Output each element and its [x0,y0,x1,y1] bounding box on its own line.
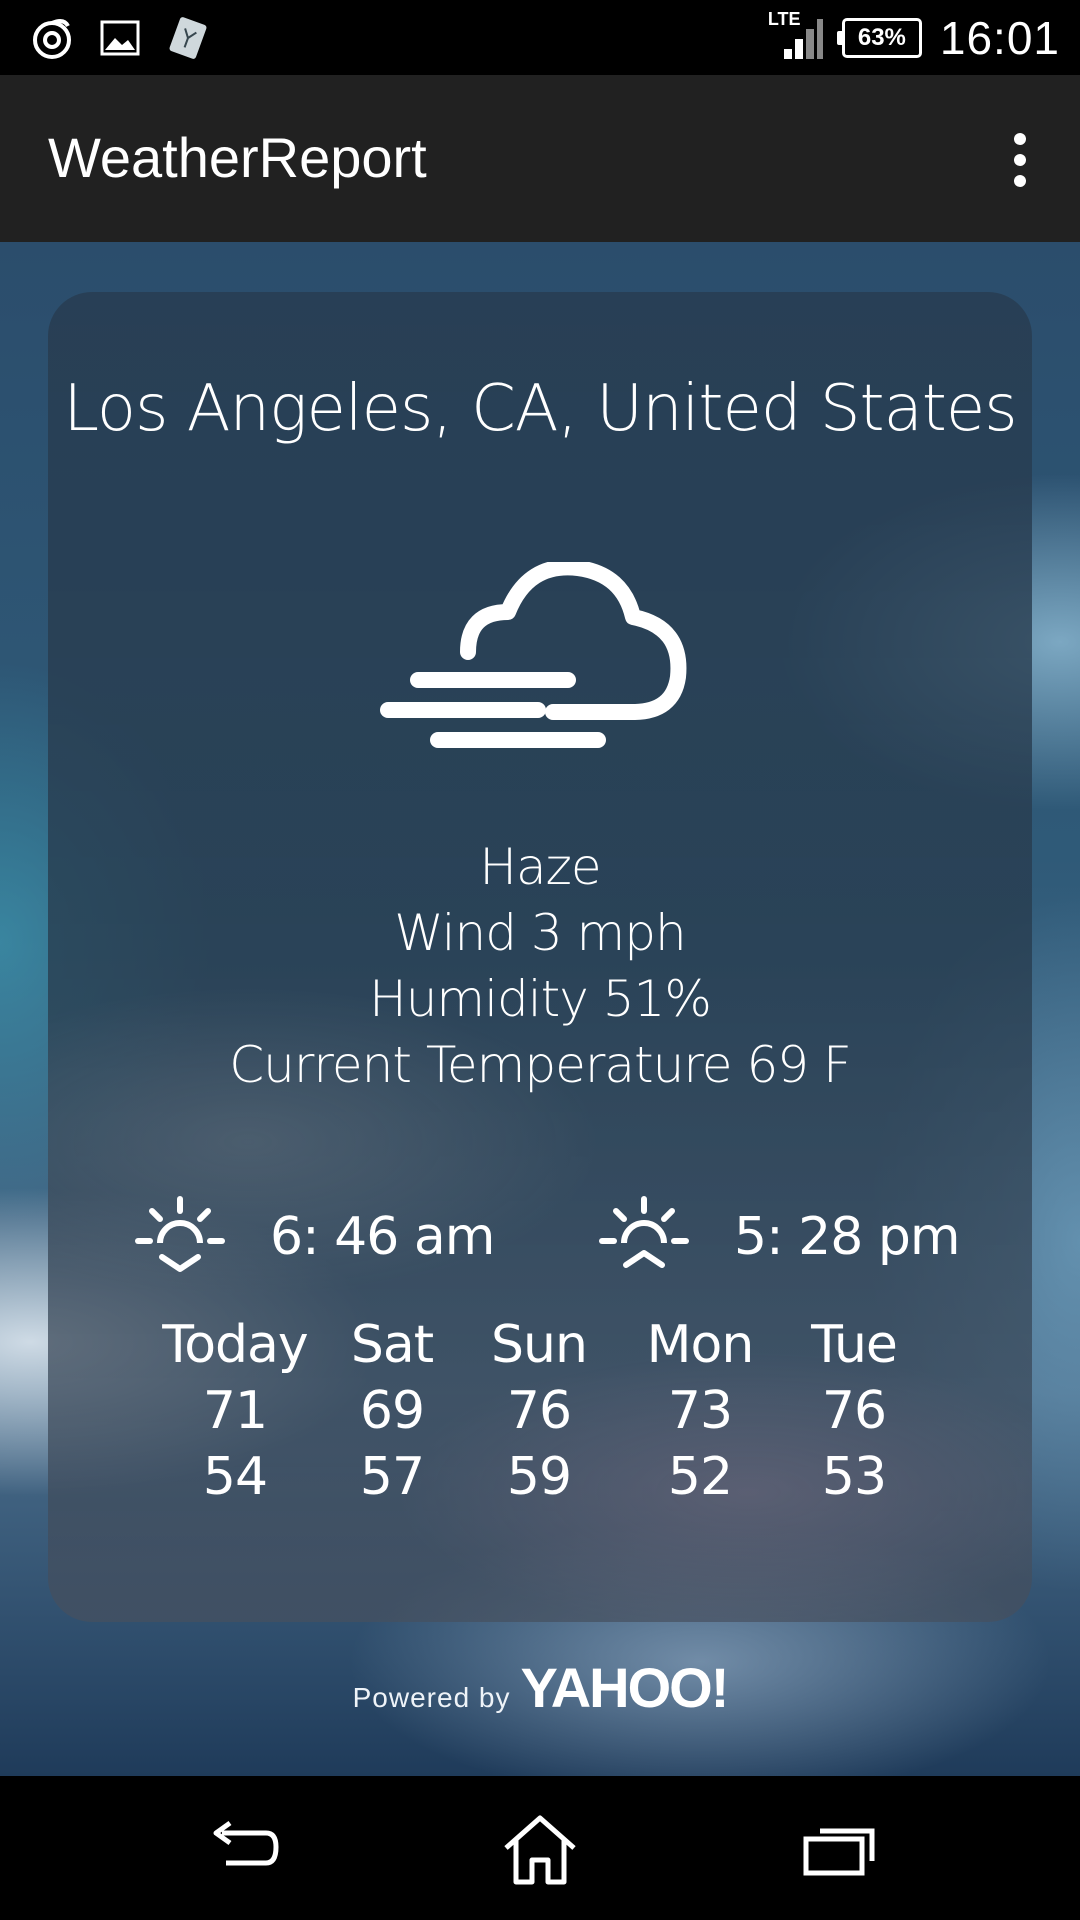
sunrise-icon [134,1195,226,1279]
menu-dot [1014,154,1026,166]
forecast-day-label: Tue [811,1315,898,1375]
sunset-time: 5: 28 pm [734,1207,960,1267]
sim-card-icon [166,16,210,60]
forecast-day: Today 71 54 [155,1312,315,1510]
menu-dot [1014,133,1026,145]
forecast-high: 76 [821,1381,887,1441]
forecast-high: 71 [202,1381,268,1441]
weather-card: Los Angeles, CA, United States Haze Wind… [48,292,1032,1622]
forecast-day: Sun 76 59 [459,1312,619,1510]
haze-cloud-icon [378,559,698,762]
wind-text: Wind 3 mph [394,904,686,962]
sunrise: 6: 46 am [134,1192,495,1282]
forecast-day: Sat 69 57 [312,1312,472,1510]
forecast-day-label: Mon [646,1315,755,1375]
current-temperature-text: Current Temperature 69 F [229,1036,851,1094]
notification-swirl-icon [30,16,74,60]
powered-by-label: Powered by [352,1682,511,1713]
condition-text: Haze [479,838,601,896]
powered-by-yahoo[interactable]: Powered by YAHOO! [0,1655,1080,1720]
home-icon [500,1812,580,1890]
sunset-icon [598,1195,690,1279]
clock: 16:01 [939,11,1060,64]
back-icon [202,1819,282,1883]
forecast-day-label: Sat [350,1315,434,1375]
weather-details: Haze Wind 3 mph Humidity 51% Current Tem… [48,834,1032,1098]
back-button[interactable] [192,1806,292,1896]
forecast-day-label: Sun [491,1315,588,1375]
screen: LTE 63% 16:01 WeatherReport Los Angeles,… [0,0,1080,1920]
forecast-day: Mon 73 52 [620,1312,780,1510]
forecast-day-label: Today [162,1315,308,1375]
app-bar: WeatherReport [0,75,1080,242]
recent-apps-icon [800,1819,880,1883]
forecast-low: 52 [667,1447,733,1507]
navigation-bar [0,1776,1080,1920]
forecast-high: 69 [359,1381,425,1441]
forecast-low: 59 [506,1447,572,1507]
menu-dot [1014,175,1026,187]
status-bar-left [30,14,210,62]
battery-indicator: 63% [836,17,922,58]
forecast-low: 53 [821,1447,887,1507]
image-icon [100,20,140,56]
forecast-high: 76 [506,1381,572,1441]
forecast-low: 54 [202,1447,268,1507]
recent-apps-button[interactable] [790,1806,890,1896]
sunset: 5: 28 pm [598,1192,960,1282]
forecast-high: 73 [667,1381,733,1441]
location-title: Los Angeles, CA, United States [63,372,1017,446]
forecast-low: 57 [359,1447,425,1507]
forecast-day: Tue 76 53 [774,1312,934,1510]
app-title: WeatherReport [48,126,427,189]
overflow-menu-icon[interactable] [1000,125,1040,195]
signal-icon: LTE [768,9,824,63]
network-type: LTE [767,8,801,29]
yahoo-logo: YAHOO! [520,1656,730,1719]
sunrise-time: 6: 46 am [270,1207,495,1267]
status-bar: LTE 63% 16:01 [0,0,1080,75]
status-bar-right: LTE 63% 16:01 [768,0,1060,75]
sun-times: 6: 46 am 5: 28 pm [48,1192,1032,1282]
home-button[interactable] [490,1806,590,1896]
humidity-text: Humidity 51% [369,970,712,1028]
